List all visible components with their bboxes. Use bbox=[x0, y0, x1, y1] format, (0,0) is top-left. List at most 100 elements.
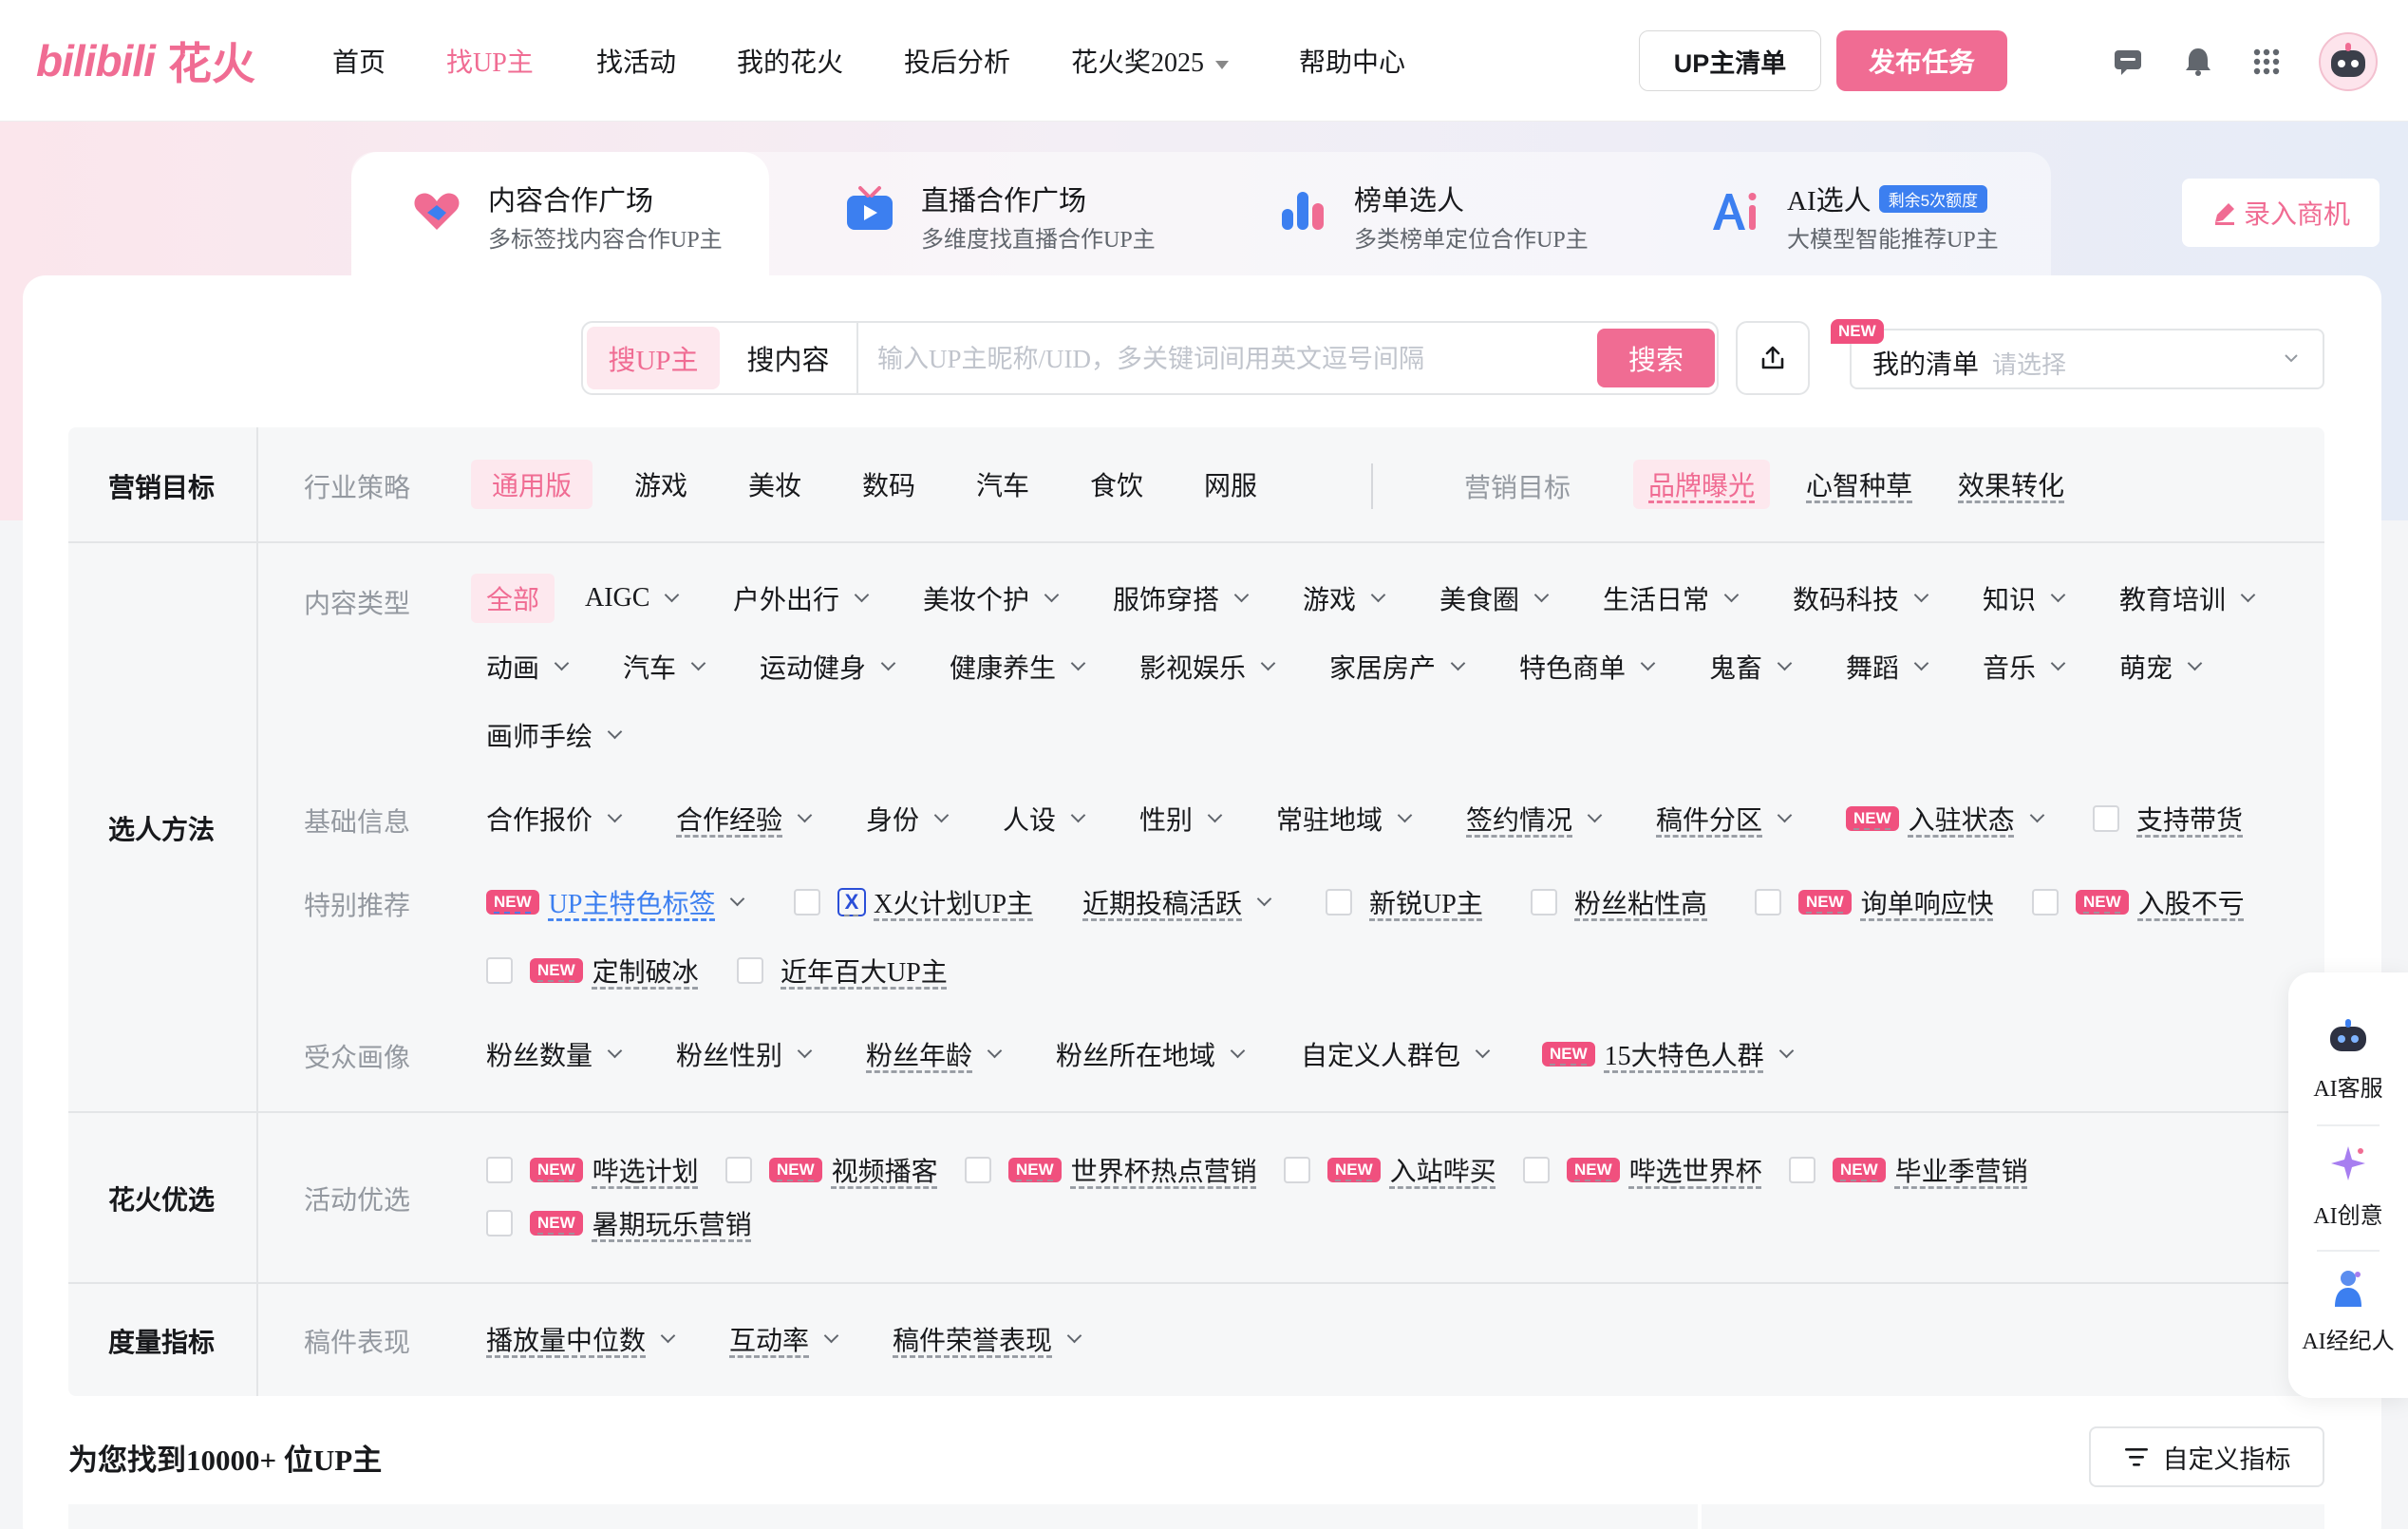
checkbox[interactable] bbox=[1789, 1157, 1815, 1183]
up-list-button[interactable]: UP主清单 bbox=[1639, 30, 1821, 91]
filter-fan-count[interactable]: 粉丝数量 bbox=[486, 1033, 623, 1075]
bilibili-huahuo-logo[interactable]: bilibili 花火 bbox=[36, 34, 255, 88]
checkbox[interactable] bbox=[1531, 889, 1557, 916]
activity-graduation[interactable]: NEW 毕业季营销 bbox=[1789, 1149, 2028, 1191]
checkbox[interactable] bbox=[1284, 1157, 1310, 1183]
content-knowledge[interactable]: 知识 bbox=[1983, 577, 2066, 619]
my-list-select[interactable]: 我的清单 请选择 bbox=[1850, 329, 2324, 389]
nav-post-analysis[interactable]: 投后分析 bbox=[904, 42, 1010, 80]
content-music[interactable]: 音乐 bbox=[1983, 646, 2066, 688]
metric-interaction-rate[interactable]: 互动率 bbox=[729, 1318, 839, 1360]
filter-top100[interactable]: 近年百大UP主 bbox=[737, 950, 948, 991]
activity-video-podcast[interactable]: NEW 视频播客 bbox=[725, 1149, 938, 1191]
ai-customer-service[interactable]: AI客服 bbox=[2288, 1014, 2408, 1103]
content-food[interactable]: 美食圈 bbox=[1439, 577, 1550, 619]
filter-fan-age[interactable]: 粉丝年龄 bbox=[866, 1033, 1003, 1075]
filter-persona[interactable]: 人设 bbox=[1003, 798, 1086, 840]
filter-experience[interactable]: 合作经验 bbox=[676, 798, 813, 840]
nav-find-activity[interactable]: 找活动 bbox=[596, 42, 676, 80]
upload-button[interactable] bbox=[1736, 321, 1810, 395]
apps-grid-icon[interactable] bbox=[2250, 46, 2283, 78]
content-pets[interactable]: 萌宠 bbox=[2119, 646, 2203, 688]
custom-metrics-button[interactable]: 自定义指标 bbox=[2089, 1426, 2324, 1487]
filter-gender[interactable]: 性别 bbox=[1139, 798, 1223, 840]
filter-zone[interactable]: 稿件分区 bbox=[1656, 798, 1793, 840]
filter-identity[interactable]: 身份 bbox=[866, 798, 950, 840]
industry-game[interactable]: 游戏 bbox=[634, 463, 687, 505]
content-animation[interactable]: 动画 bbox=[486, 646, 570, 688]
content-home[interactable]: 家居房产 bbox=[1329, 646, 1466, 688]
content-auto[interactable]: 汽车 bbox=[623, 646, 706, 688]
filter-active-posting[interactable]: 近期投稿活跃 bbox=[1082, 881, 1272, 923]
search-button[interactable]: 搜索 bbox=[1597, 329, 1715, 387]
checkbox[interactable] bbox=[1755, 889, 1781, 916]
filter-fast-response[interactable]: NEW 询单响应快 bbox=[1755, 881, 1994, 923]
nav-help-center[interactable]: 帮助中心 bbox=[1299, 42, 1405, 80]
content-daily-life[interactable]: 生活日常 bbox=[1603, 577, 1740, 619]
tab-ranking[interactable]: 榜单选人 多类榜单定位合作UP主 bbox=[1276, 171, 1618, 266]
industry-beauty[interactable]: 美妆 bbox=[748, 463, 801, 505]
industry-general[interactable]: 通用版 bbox=[471, 460, 593, 509]
filter-custom-crowd[interactable]: 自定义人群包 bbox=[1301, 1033, 1491, 1075]
content-kichiku[interactable]: 鬼畜 bbox=[1709, 646, 1793, 688]
content-dance[interactable]: 舞蹈 bbox=[1846, 646, 1929, 688]
goal-mindshare[interactable]: 心智种草 bbox=[1806, 463, 1912, 505]
content-aigc[interactable]: AIGC bbox=[585, 577, 680, 619]
bell-icon[interactable] bbox=[2182, 46, 2214, 78]
nav-home[interactable]: 首页 bbox=[332, 42, 386, 80]
goal-brand-exposure[interactable]: 品牌曝光 bbox=[1633, 460, 1771, 509]
content-digital-tech[interactable]: 数码科技 bbox=[1793, 577, 1929, 619]
metric-honor[interactable]: 稿件荣誉表现 bbox=[893, 1318, 1082, 1360]
filter-up-tags[interactable]: NEW UP主特色标签 bbox=[486, 881, 745, 923]
checkbox[interactable] bbox=[965, 1157, 991, 1183]
activity-bixuan-plan[interactable]: NEW 哔选计划 bbox=[486, 1149, 699, 1191]
checkbox[interactable] bbox=[486, 1157, 513, 1183]
content-game[interactable]: 游戏 bbox=[1303, 577, 1386, 619]
activity-worldcup-hot[interactable]: NEW 世界杯热点营销 bbox=[965, 1149, 1257, 1191]
search-content-tab[interactable]: 搜内容 bbox=[724, 327, 853, 389]
content-sports[interactable]: 运动健身 bbox=[760, 646, 896, 688]
nav-my-huahuo[interactable]: 我的花火 bbox=[737, 42, 843, 80]
industry-digital[interactable]: 数码 bbox=[862, 463, 915, 505]
goal-conversion[interactable]: 效果转化 bbox=[1958, 463, 2064, 505]
user-avatar[interactable] bbox=[2319, 32, 2378, 91]
filter-contract[interactable]: 签约情况 bbox=[1466, 798, 1603, 840]
checkbox[interactable] bbox=[2032, 889, 2059, 916]
filter-worth-it[interactable]: NEW 入股不亏 bbox=[2032, 881, 2245, 923]
industry-auto[interactable]: 汽车 bbox=[976, 463, 1029, 505]
content-illustration[interactable]: 画师手绘 bbox=[486, 714, 623, 756]
tab-ai-select[interactable]: AI选人 剩余5次额度 大模型智能推荐UP主 bbox=[1709, 171, 2051, 266]
content-special-deal[interactable]: 特色商单 bbox=[1519, 646, 1656, 688]
content-education[interactable]: 教育培训 bbox=[2119, 577, 2256, 619]
content-health[interactable]: 健康养生 bbox=[950, 646, 1086, 688]
checkbox[interactable] bbox=[737, 957, 763, 984]
filter-new-up[interactable]: 新锐UP主 bbox=[1326, 881, 1483, 923]
industry-food[interactable]: 食饮 bbox=[1090, 463, 1143, 505]
checkbox[interactable] bbox=[725, 1157, 752, 1183]
metric-median-views[interactable]: 播放量中位数 bbox=[486, 1318, 676, 1360]
activity-in-site-buy[interactable]: NEW 入站哔买 bbox=[1284, 1149, 1496, 1191]
activity-summer[interactable]: NEW 暑期玩乐营销 bbox=[486, 1202, 752, 1244]
content-outdoor[interactable]: 户外出行 bbox=[733, 577, 870, 619]
filter-fan-region[interactable]: 粉丝所在地域 bbox=[1056, 1033, 1246, 1075]
checkbox[interactable] bbox=[2093, 805, 2119, 832]
content-all[interactable]: 全部 bbox=[471, 574, 555, 623]
enter-opportunity-button[interactable]: 录入商机 bbox=[2182, 179, 2380, 247]
search-input[interactable] bbox=[877, 336, 1580, 382]
publish-task-button[interactable]: 发布任务 bbox=[1836, 30, 2007, 91]
message-icon[interactable] bbox=[2112, 46, 2144, 78]
filter-custom-icebreak[interactable]: NEW 定制破冰 bbox=[486, 950, 699, 991]
content-beauty-care[interactable]: 美妆个护 bbox=[923, 577, 1060, 619]
filter-x-plan[interactable]: X X火计划UP主 bbox=[794, 881, 1033, 923]
checkbox[interactable] bbox=[1326, 889, 1352, 916]
checkbox[interactable] bbox=[1523, 1157, 1550, 1183]
content-film-ent[interactable]: 影视娱乐 bbox=[1139, 646, 1276, 688]
filter-price[interactable]: 合作报价 bbox=[486, 798, 623, 840]
activity-bixuan-worldcup[interactable]: NEW 哔选世界杯 bbox=[1523, 1149, 1762, 1191]
filter-15-crowds[interactable]: NEW 15大特色人群 bbox=[1542, 1033, 1794, 1075]
tab-content-square[interactable]: 内容合作广场 多标签找内容合作UP主 bbox=[410, 171, 752, 266]
ai-agent[interactable]: AI经纪人 bbox=[2288, 1267, 2408, 1355]
tab-live-square[interactable]: 直播合作广场 多维度找直播合作UP主 bbox=[843, 171, 1185, 266]
filter-region[interactable]: 常驻地域 bbox=[1276, 798, 1413, 840]
ai-creative[interactable]: AI创意 bbox=[2288, 1142, 2408, 1230]
